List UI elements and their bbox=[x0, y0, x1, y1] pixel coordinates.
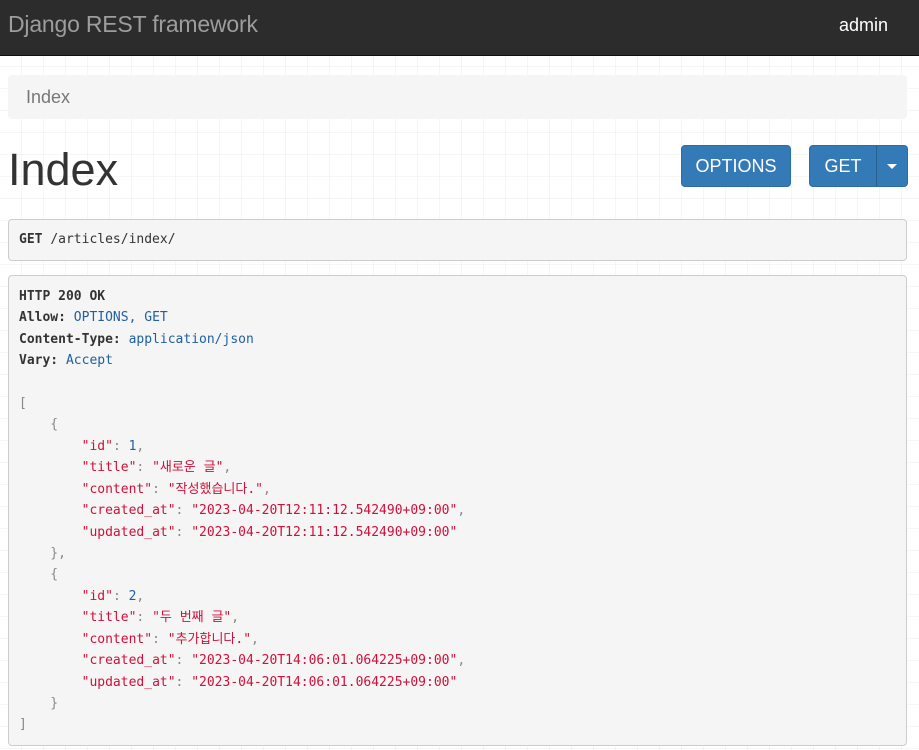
header-name: Allow: bbox=[19, 310, 66, 325]
response-status: HTTP 200 OK bbox=[19, 289, 106, 304]
json-field: "created_at": "2023-04-20T12:11:12.54249… bbox=[81, 503, 466, 518]
json-object-close: } bbox=[19, 696, 59, 711]
request-path: /articles/index/ bbox=[50, 232, 176, 247]
json-bracket-close: ] bbox=[19, 717, 27, 732]
json-field: "id": 2, bbox=[81, 589, 145, 604]
json-field: "title": "새로운 글", bbox=[81, 460, 232, 475]
header-value: application/json bbox=[128, 332, 254, 347]
user-menu[interactable]: admin bbox=[839, 15, 888, 36]
json-field: "updated_at": "2023-04-20T12:11:12.54249… bbox=[81, 525, 458, 540]
request-method: GET bbox=[19, 232, 43, 247]
options-button[interactable]: OPTIONS bbox=[681, 145, 791, 187]
response-info: HTTP 200 OK Allow: OPTIONS, GET Content-… bbox=[8, 275, 907, 746]
breadcrumb: Index bbox=[8, 75, 907, 119]
json-field: "title": "두 번째 글", bbox=[81, 610, 240, 625]
header-value: OPTIONS, GET bbox=[73, 310, 168, 325]
header-value: Accept bbox=[65, 353, 113, 368]
get-button[interactable]: GET bbox=[809, 145, 877, 187]
request-info: GET /articles/index/ bbox=[8, 219, 907, 261]
json-object-close: }, bbox=[19, 546, 66, 561]
json-field: "created_at": "2023-04-20T14:06:01.06422… bbox=[81, 653, 466, 668]
json-field: "id": 1, bbox=[81, 439, 145, 454]
json-object-open: { bbox=[19, 567, 59, 582]
brand-link[interactable]: Django REST framework bbox=[8, 11, 258, 38]
json-field: "content": "작성했습니다.", bbox=[81, 482, 271, 497]
json-field: "updated_at": "2023-04-20T14:06:01.06422… bbox=[81, 675, 458, 690]
breadcrumb-item-index[interactable]: Index bbox=[26, 87, 70, 108]
header-name: Content-Type: bbox=[19, 332, 121, 347]
json-object-open: { bbox=[19, 417, 59, 432]
get-format-dropdown-toggle[interactable] bbox=[876, 145, 908, 187]
caret-down-icon bbox=[887, 164, 897, 170]
page-title: Index bbox=[8, 144, 119, 195]
navbar: Django REST framework admin bbox=[0, 0, 919, 56]
json-bracket-open: [ bbox=[19, 396, 27, 411]
header-name: Vary: bbox=[19, 353, 59, 368]
json-field: "content": "추가합니다.", bbox=[81, 632, 259, 647]
